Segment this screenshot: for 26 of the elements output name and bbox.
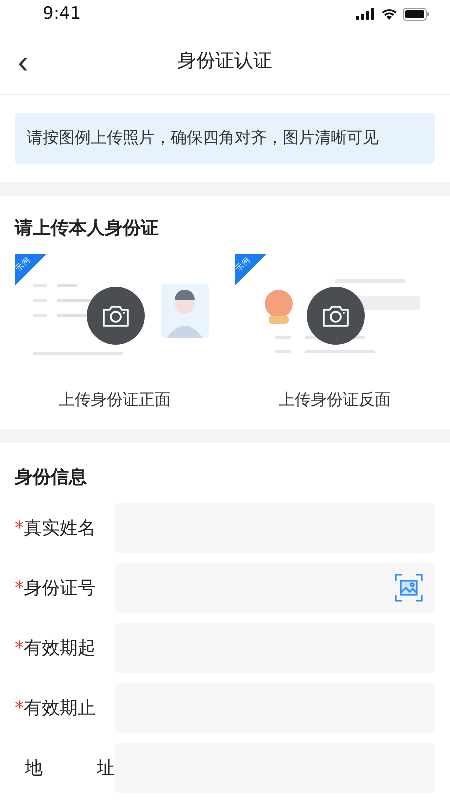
battery-icon [403, 8, 430, 20]
camera-icon [322, 304, 350, 328]
required-mark: * [15, 578, 24, 598]
required-mark: * [15, 638, 24, 658]
scan-image-icon[interactable] [395, 574, 423, 602]
page-title: 身份证认证 [178, 49, 272, 74]
section-title: 身份信息 [15, 466, 88, 489]
input-field[interactable] [115, 563, 435, 613]
required-mark: * [15, 698, 24, 718]
wifi-icon [381, 8, 398, 20]
sample-label: 示例 [15, 254, 33, 274]
signal-icon [356, 8, 376, 20]
field-label: 真实姓名 [24, 517, 96, 540]
upload-label[interactable]: 上传身份证正面 [59, 390, 171, 411]
upload-label[interactable]: 上传身份证反面 [279, 390, 391, 411]
camera-icon [102, 304, 130, 328]
notice-banner: 请按图例上传照片，确保四角对齐，图片清晰可见 [15, 113, 435, 164]
sample-label: 示例 [235, 254, 253, 274]
field-label: 身份证号 [24, 577, 96, 600]
back-button[interactable]: ‹ [14, 46, 33, 78]
section-title: 请上传本人身份证 [15, 217, 160, 240]
field-label: 有效期起 [24, 637, 96, 660]
field-label: 有效期止 [24, 697, 96, 720]
required-mark: * [15, 518, 24, 538]
status-time: 9:41 [43, 4, 82, 24]
field-label: 地址 [25, 757, 115, 780]
